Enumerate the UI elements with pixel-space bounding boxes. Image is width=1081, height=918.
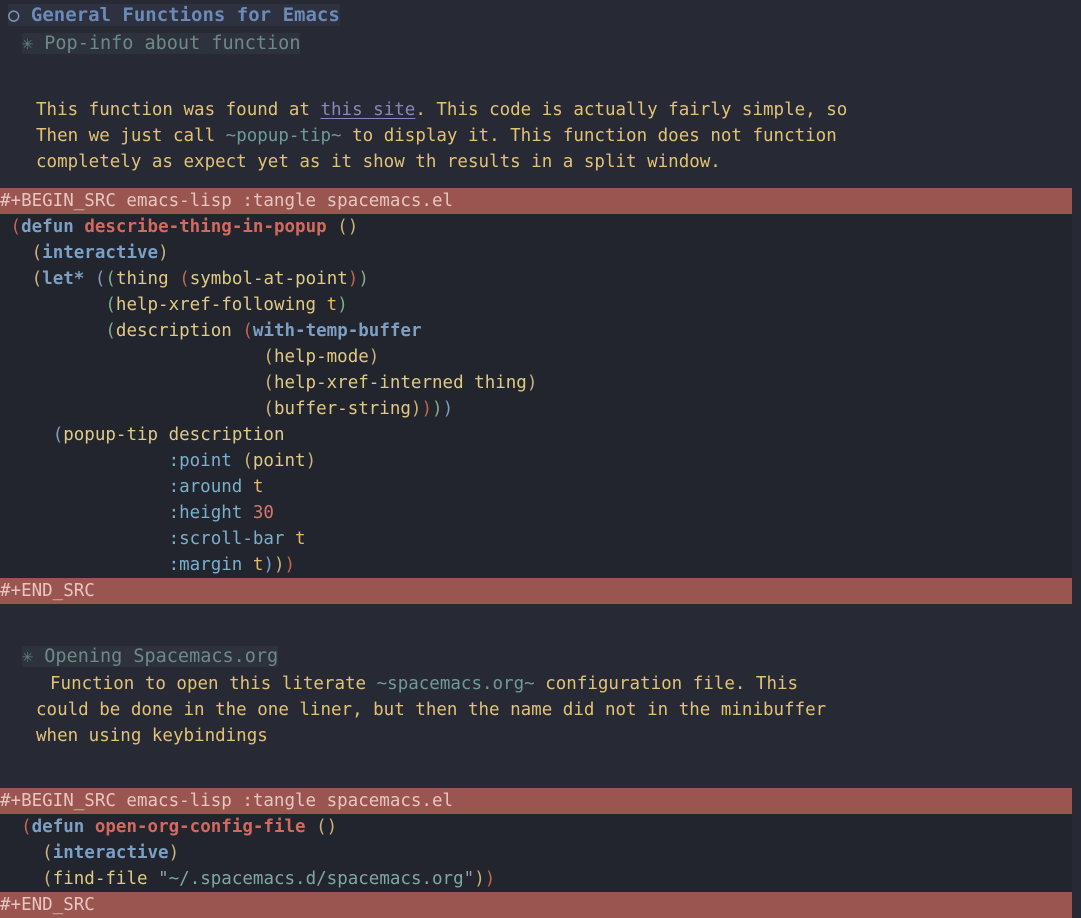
- heading-level-1-text: General Functions for Emacs: [30, 4, 340, 26]
- code-line: (buffer-string)))): [263, 399, 454, 419]
- paragraph-text: This function was found at: [36, 100, 321, 120]
- paragraph-text: configuration file. This: [534, 674, 799, 694]
- paragraph-text: to display it. This function does not fu…: [341, 126, 837, 146]
- paragraph-text: . This code is actually fairly simple, s…: [415, 100, 848, 120]
- heading-level-2-text: Pop-info about function: [44, 33, 301, 54]
- heading-level-1[interactable]: ○ General Functions for Emacs: [0, 0, 1081, 30]
- code-line: (interactive): [42, 843, 180, 863]
- end-src-directive[interactable]: #+END_SRC: [0, 892, 1072, 918]
- end-src-directive[interactable]: #+END_SRC: [0, 578, 1072, 604]
- code-line: :height 30: [168, 503, 274, 523]
- end-src-text: #+END_SRC: [0, 895, 95, 915]
- code-line: (let* ((thing (symbol-at-point)): [31, 269, 369, 289]
- code-line: (popup-tip description: [52, 425, 285, 445]
- code-line: (help-xref-interned thing): [263, 373, 538, 393]
- code-line: (find-file "~/.spacemacs.d/spacemacs.org…: [42, 869, 496, 889]
- asterisk-bullet-icon: ✳: [22, 33, 34, 54]
- verbatim-spacemacs-org: ~spacemacs.org~: [376, 674, 535, 694]
- begin-src-text: #+BEGIN_SRC emacs-lisp :tangle spacemacs…: [0, 791, 454, 811]
- heading-level-2-text: Opening Spacemacs.org: [44, 646, 279, 667]
- paragraph-text: Then we just call: [36, 126, 226, 146]
- paragraph-line: could be done in the one liner, but then…: [36, 700, 827, 720]
- paragraph-line: Function to open this literate ~spacemac…: [0, 671, 1081, 697]
- heading-level-2-opening-spacemacs[interactable]: ✳ Opening Spacemacs.org: [0, 643, 1081, 671]
- code-line: (interactive): [31, 243, 169, 263]
- paragraph-line: completely as expect yet as it show th r…: [36, 152, 721, 172]
- code-line: (description (with-temp-buffer: [105, 321, 422, 341]
- org-mode-document: ○ General Functions for Emacs ✳ Pop-info…: [0, 0, 1081, 918]
- this-site-link[interactable]: this site: [320, 100, 415, 120]
- begin-src-directive[interactable]: #+BEGIN_SRC emacs-lisp :tangle spacemacs…: [0, 788, 1072, 814]
- circle-bullet-icon: ○: [8, 4, 20, 26]
- paragraph-text: Function to open this literate: [50, 674, 377, 694]
- paragraph-line: Then we just call ~popup-tip~ to display…: [0, 123, 1081, 149]
- code-line: (defun describe-thing-in-popup (): [10, 217, 359, 237]
- begin-src-directive[interactable]: #+BEGIN_SRC emacs-lisp :tangle spacemacs…: [0, 188, 1072, 214]
- asterisk-bullet-icon: ✳: [22, 646, 34, 667]
- heading-level-2-pop-info[interactable]: ✳ Pop-info about function: [0, 30, 1081, 58]
- code-line: (defun open-org-config-file (): [21, 817, 338, 837]
- end-src-text: #+END_SRC: [0, 581, 95, 601]
- code-line: :margin t))): [168, 555, 296, 575]
- code-line: :scroll-bar t: [168, 529, 306, 549]
- code-line: :around t: [168, 477, 264, 497]
- code-line: (help-mode): [263, 347, 380, 367]
- begin-src-text: #+BEGIN_SRC emacs-lisp :tangle spacemacs…: [0, 191, 454, 211]
- code-line: :point (point): [168, 451, 317, 471]
- paragraph-line: when using keybindings: [36, 726, 268, 746]
- verbatim-popup-tip: ~popup-tip~: [225, 126, 342, 146]
- source-code-block[interactable]: (defun open-org-config-file () (interact…: [0, 814, 1072, 892]
- source-code-block[interactable]: (defun describe-thing-in-popup () (inter…: [0, 214, 1072, 578]
- paragraph-line: This function was found at this site. Th…: [0, 97, 1081, 123]
- code-line: (help-xref-following t): [105, 295, 348, 315]
